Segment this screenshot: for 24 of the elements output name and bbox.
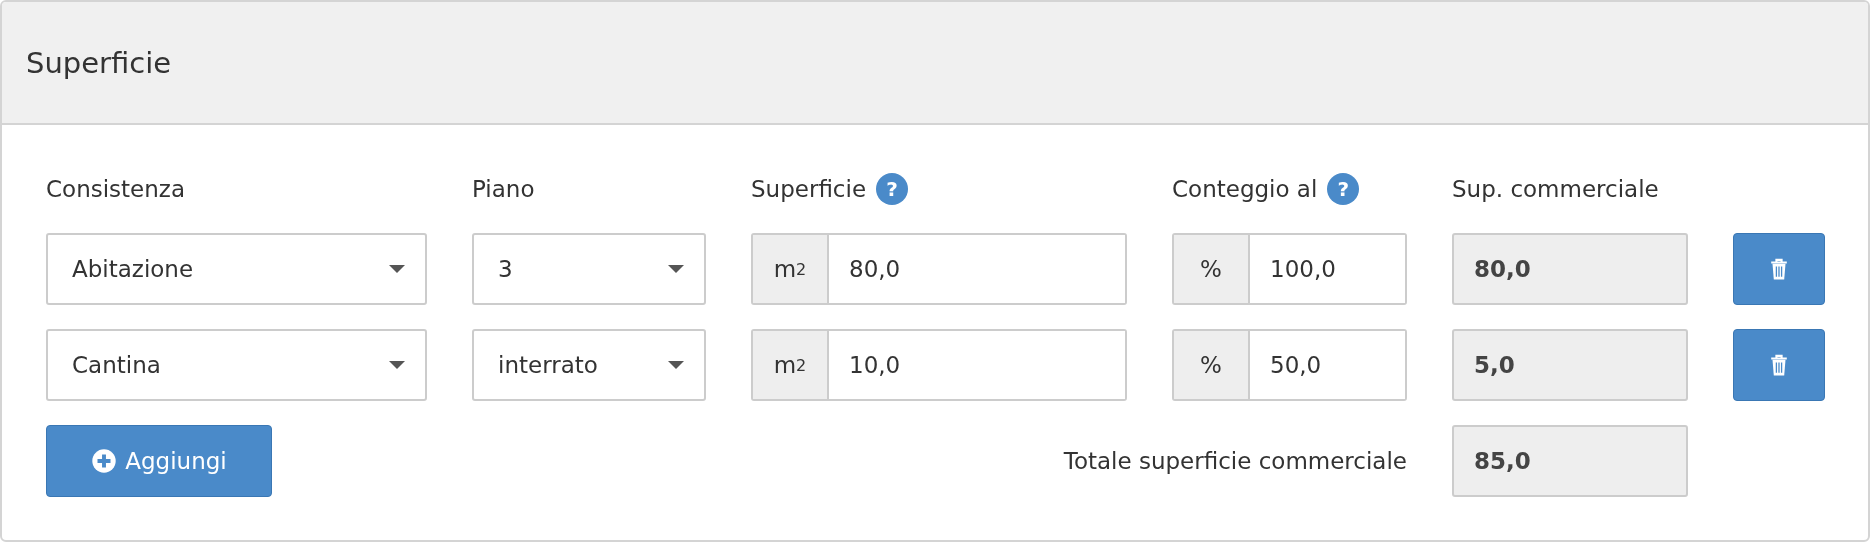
column-label: Superficie: [751, 176, 867, 202]
dropdown[interactable]: 3: [472, 233, 706, 305]
plus-circle-icon: [91, 448, 118, 474]
column-label: Piano: [472, 176, 535, 202]
panel-title: Superficie: [26, 45, 172, 80]
total-label: Totale superficie commerciale: [1063, 448, 1407, 474]
delete-button[interactable]: [1733, 233, 1825, 305]
dropdown[interactable]: Cantina: [46, 329, 427, 401]
column-label: Conteggio al: [1172, 176, 1318, 202]
dropdown[interactable]: interrato: [472, 329, 706, 401]
input-group[interactable]: % 50,0: [1172, 329, 1407, 401]
unit-label: %: [1174, 331, 1250, 399]
help-icon[interactable]: ?: [1327, 173, 1360, 205]
column-label: Sup. commerciale: [1452, 176, 1659, 202]
add-button[interactable]: Aggiungi: [46, 425, 272, 497]
dropdown[interactable]: Abitazione: [46, 233, 427, 305]
output-field[interactable]: 85,0: [1452, 425, 1688, 497]
delete-button[interactable]: [1733, 329, 1825, 401]
unit-label: %: [1174, 235, 1250, 303]
output-field[interactable]: 80,0: [1452, 233, 1688, 305]
column-label: Consistenza: [46, 176, 185, 202]
help-icon[interactable]: ?: [876, 173, 909, 205]
input-group[interactable]: % 100,0: [1172, 233, 1407, 305]
output-field[interactable]: 5,0: [1452, 329, 1688, 401]
